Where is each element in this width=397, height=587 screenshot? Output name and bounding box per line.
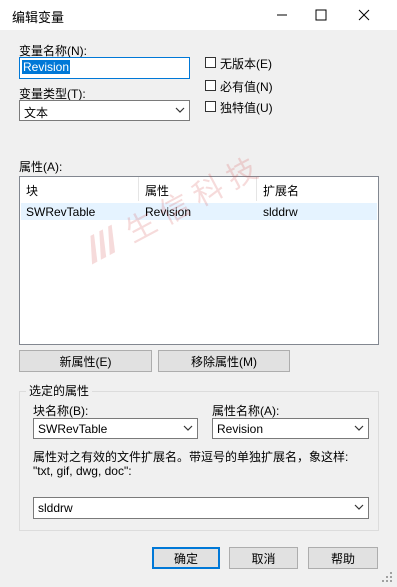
variable-name-value: Revision bbox=[22, 60, 71, 74]
chevron-down-icon bbox=[183, 425, 193, 431]
variable-type-value: 文本 bbox=[24, 106, 49, 120]
remove-attribute-button[interactable]: 移除属性(M) bbox=[158, 350, 290, 372]
maximize-button[interactable] bbox=[298, 0, 344, 30]
attributes-list[interactable]: 块 属性 扩展名 SWRevTable Revision slddrw bbox=[19, 176, 379, 345]
no-version-label: 无版本(E) bbox=[220, 57, 272, 71]
minimize-icon bbox=[277, 14, 287, 16]
chevron-down-icon bbox=[354, 425, 364, 431]
required-value-checkbox[interactable] bbox=[205, 80, 216, 91]
row-block: SWRevTable bbox=[26, 205, 96, 219]
attribute-name-label: 属性名称(A): bbox=[212, 404, 280, 418]
no-version-checkbox[interactable] bbox=[205, 57, 216, 68]
new-attribute-button[interactable]: 新属性(E) bbox=[19, 350, 152, 372]
column-header-extension[interactable]: 扩展名 bbox=[257, 177, 378, 201]
maximize-icon bbox=[315, 9, 327, 21]
unique-value-checkbox[interactable] bbox=[205, 101, 216, 112]
ok-button[interactable]: 确定 bbox=[152, 547, 220, 569]
attribute-name-value: Revision bbox=[217, 422, 264, 436]
cancel-button[interactable]: 取消 bbox=[229, 547, 298, 569]
table-row[interactable]: SWRevTable Revision slddrw bbox=[21, 203, 377, 220]
extension-field[interactable]: slddrw bbox=[33, 497, 369, 519]
chevron-down-icon bbox=[175, 107, 185, 113]
block-name-label: 块名称(B): bbox=[33, 404, 89, 418]
row-extension: slddrw bbox=[263, 205, 298, 219]
variable-type-select[interactable]: 文本 bbox=[19, 100, 190, 121]
close-icon bbox=[358, 9, 370, 21]
extension-value: slddrw bbox=[38, 501, 73, 515]
window-title: 编辑变量 bbox=[12, 10, 65, 25]
attributes-label: 属性(A): bbox=[19, 160, 63, 174]
attribute-name-select[interactable]: Revision bbox=[212, 418, 369, 439]
required-value-label: 必有值(N) bbox=[220, 80, 273, 94]
chevron-down-icon bbox=[354, 504, 364, 510]
unique-value-label: 独特值(U) bbox=[220, 101, 273, 115]
column-header-block[interactable]: 块 bbox=[20, 177, 139, 201]
column-header-attribute[interactable]: 属性 bbox=[139, 177, 257, 201]
close-button[interactable] bbox=[341, 0, 387, 30]
extension-help-text: 属性对之有效的文件扩展名。带逗号的单独扩展名，象这样: "txt, gif, d… bbox=[33, 450, 349, 478]
selected-attribute-title: 选定的属性 bbox=[26, 382, 93, 399]
block-name-value: SWRevTable bbox=[38, 422, 108, 436]
row-attribute: Revision bbox=[145, 205, 192, 219]
help-button[interactable]: 帮助 bbox=[308, 547, 378, 569]
block-name-select[interactable]: SWRevTable bbox=[33, 418, 198, 439]
variable-name-field[interactable]: Revision bbox=[19, 57, 190, 79]
resize-grip-icon[interactable] bbox=[381, 571, 393, 583]
